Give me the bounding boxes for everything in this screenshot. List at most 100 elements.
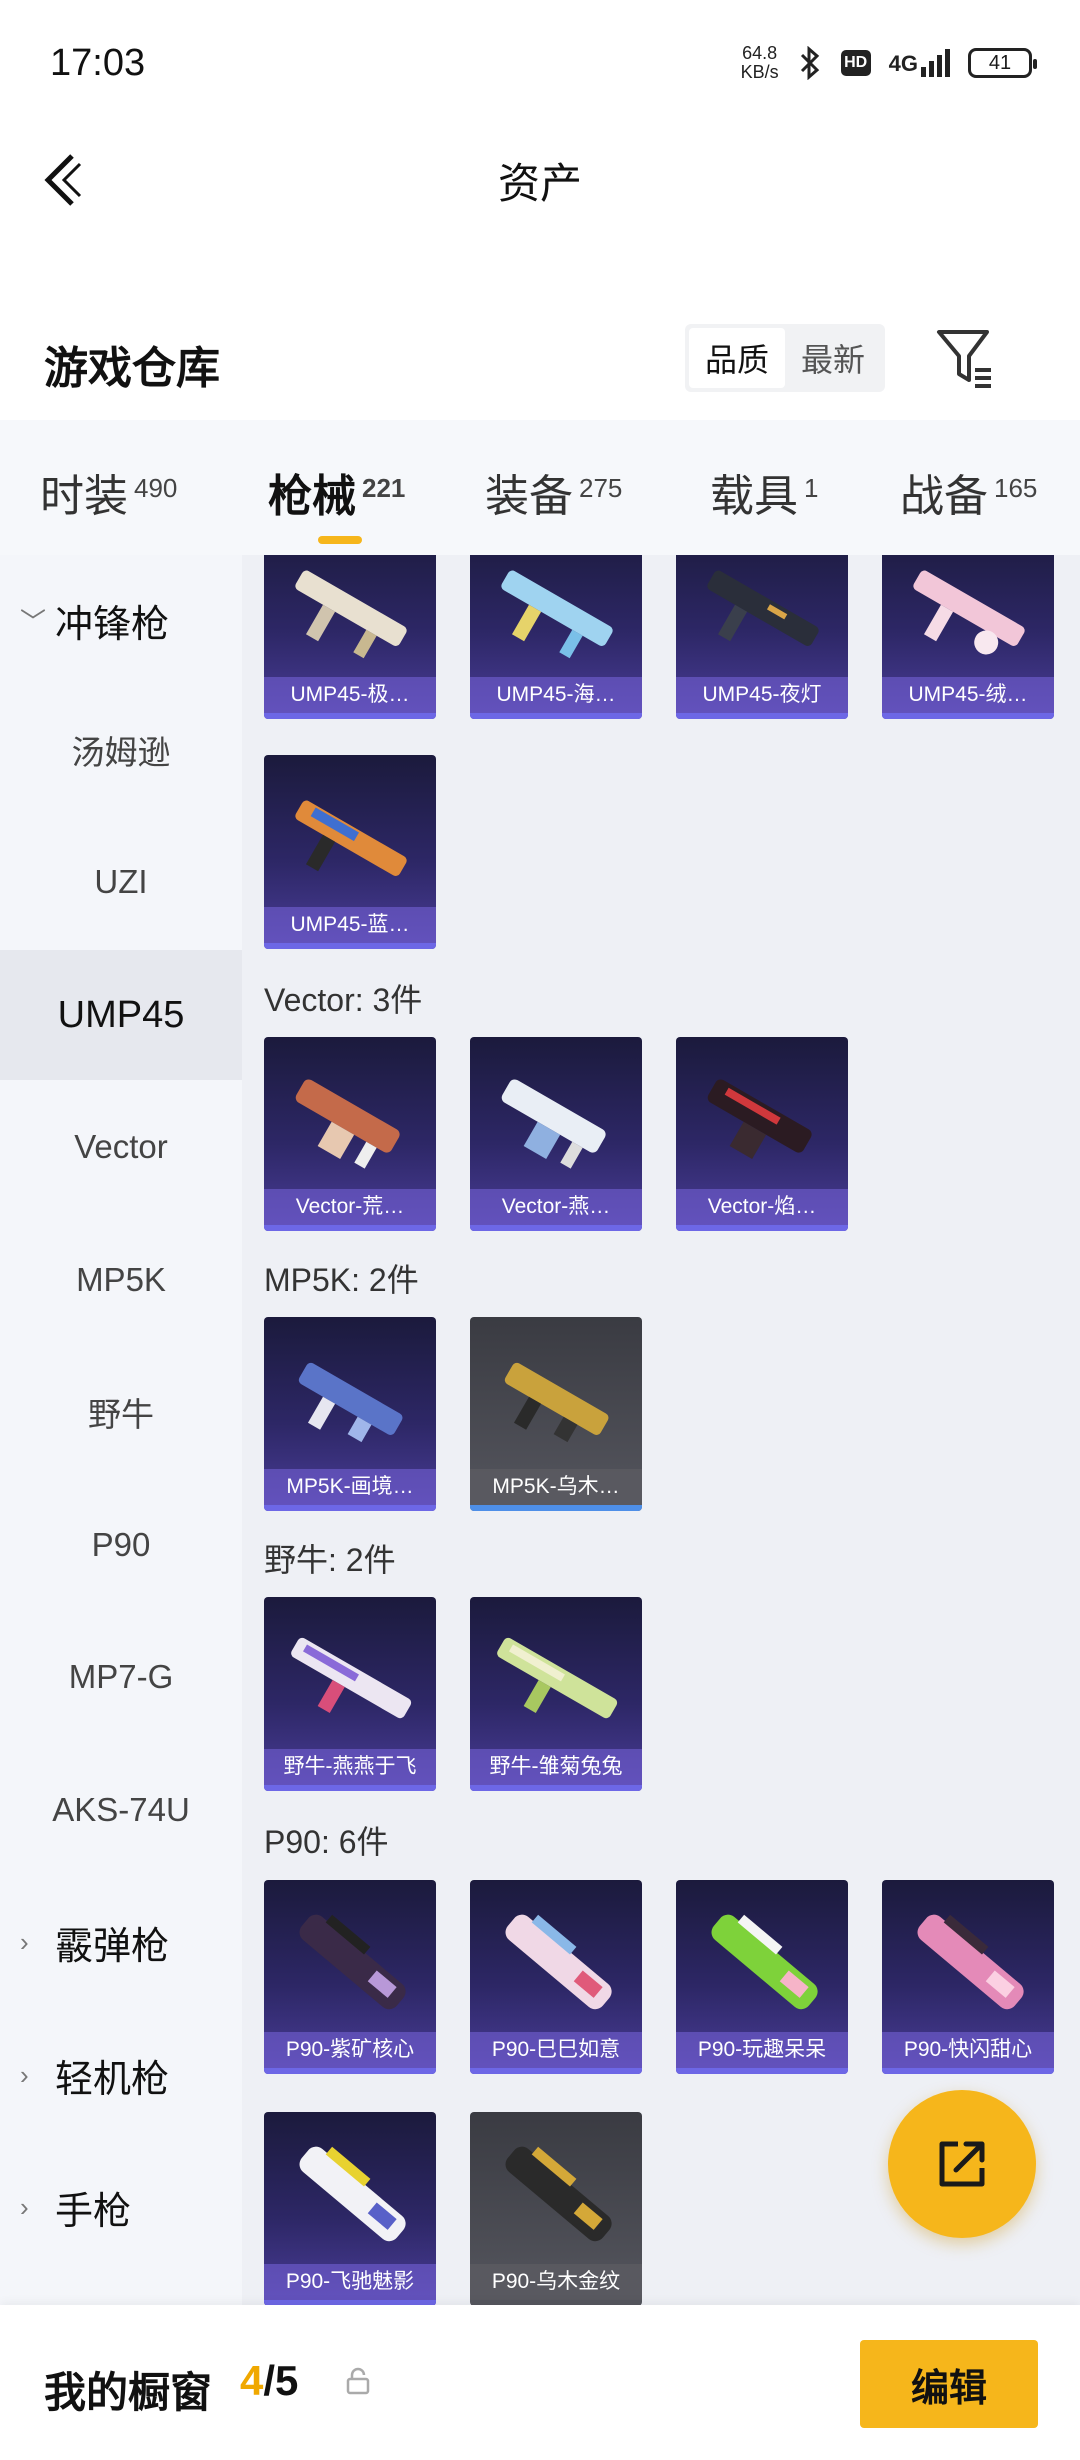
card-rarity-bar <box>264 943 436 949</box>
weapon-card[interactable]: P90-紫矿核心 <box>264 1880 436 2074</box>
card-rarity-bar <box>264 1505 436 1511</box>
showcase-label: 我的橱窗 <box>44 2369 213 2416</box>
card-rarity-bar <box>264 1785 436 1791</box>
tab-fashion[interactable]: 时装 490 <box>40 460 177 524</box>
weapon-card[interactable]: MP5K-乌木… <box>470 1317 642 1511</box>
edit-button[interactable]: 编辑 <box>860 2340 1038 2428</box>
filter-icon[interactable] <box>935 324 995 390</box>
weapon-skin-image <box>299 2146 406 2242</box>
weapon-card-label: MP5K-乌木… <box>470 1469 642 1505</box>
weapon-card-label: MP5K-画境… <box>264 1469 436 1505</box>
chevron-right-icon: › <box>20 2191 29 2222</box>
weapon-card-label: 野牛-燕燕于飞 <box>264 1749 436 1785</box>
weapon-skin-image <box>295 800 407 876</box>
chevron-right-icon: › <box>20 2059 29 2090</box>
sidebar-item-mp5k[interactable]: MP5K <box>0 1215 242 1345</box>
weapon-card[interactable]: UMP45-蓝… <box>264 755 436 949</box>
warehouse-title: 游戏仓库 <box>44 344 220 393</box>
sidebar-category-smg[interactable]: ﹀ 冲锋枪 <box>0 555 242 685</box>
weapon-card-label: 野牛-雏菊兔兔 <box>470 1749 642 1785</box>
weapon-skin-image <box>505 2146 612 2242</box>
weapon-card[interactable]: MP5K-画境… <box>264 1317 436 1511</box>
group-title-mp5k: MP5K: 2件 <box>264 1262 419 1298</box>
tab-supplies[interactable]: 战备 165 <box>900 460 1037 524</box>
card-rarity-bar <box>676 713 848 719</box>
sidebar-item-uzi[interactable]: UZI <box>0 817 242 947</box>
signal-icon: 4G <box>889 49 950 77</box>
weapon-card-label: UMP45-蓝… <box>264 907 436 943</box>
tab-vehicles[interactable]: 载具 1 <box>710 460 818 524</box>
weapon-skin-image <box>501 1079 606 1169</box>
weapon-skin-image <box>913 570 1025 655</box>
weapon-skin-image <box>707 1079 812 1160</box>
group-title-bizon: 野牛: 2件 <box>264 1542 396 1578</box>
card-rarity-bar <box>264 713 436 719</box>
weapon-card[interactable]: UMP45-绒… <box>882 555 1054 719</box>
weapon-skin-image <box>299 1914 406 2010</box>
tab-equipment[interactable]: 装备 275 <box>485 460 622 524</box>
weapon-card-label: Vector-燕… <box>470 1189 642 1225</box>
sort-toggle: 品质 最新 <box>685 324 885 392</box>
warehouse-bar: 游戏仓库 品质 最新 <box>0 310 1080 410</box>
weapon-skin-image <box>501 570 613 659</box>
group-title-vector: Vector: 3件 <box>264 982 423 1018</box>
weapon-card[interactable]: P90-飞驰魅影 <box>264 2112 436 2305</box>
showcase-bar: 我的橱窗 4/5 编辑 <box>0 2305 1080 2460</box>
sidebar-category-shotgun[interactable]: › 霰弹枪 <box>0 1877 242 2007</box>
status-time: 17:03 <box>50 42 146 84</box>
sort-quality-button[interactable]: 品质 <box>689 328 785 388</box>
lock-icon <box>346 2367 370 2395</box>
weapon-grid: UMP45-极… UMP45-海… UMP45-夜灯 UMP45-绒… UMP4… <box>242 555 1080 2305</box>
weapon-card[interactable]: P90-乌木金纹 <box>470 2112 642 2305</box>
bluetooth-icon <box>800 46 819 80</box>
weapon-card[interactable]: P90-快闪甜心 <box>882 1880 1054 2074</box>
weapon-skin-image <box>295 1079 400 1169</box>
weapon-card[interactable]: UMP45-海… <box>470 555 642 719</box>
weapon-card-label: UMP45-夜灯 <box>676 677 848 713</box>
weapon-card[interactable]: P90-玩趣呆呆 <box>676 1880 848 2074</box>
hd-icon: HD <box>840 50 871 76</box>
weapon-skin-image <box>504 1362 609 1443</box>
weapon-card-label: P90-乌木金纹 <box>470 2264 642 2300</box>
weapon-card[interactable]: Vector-燕… <box>470 1037 642 1231</box>
weapon-skin-image <box>917 1914 1024 2010</box>
sidebar-item-thompson[interactable]: 汤姆逊 <box>0 685 242 815</box>
sidebar-category-lmg[interactable]: › 轻机枪 <box>0 2010 242 2140</box>
sidebar-item-p90[interactable]: P90 <box>0 1480 242 1610</box>
sidebar-item-ump45[interactable]: UMP45 <box>0 950 242 1080</box>
weapon-card[interactable]: Vector-焰… <box>676 1037 848 1231</box>
sort-newest-button[interactable]: 最新 <box>785 328 881 388</box>
sidebar-item-aks74u[interactable]: AKS-74U <box>0 1745 242 1875</box>
weapon-card-label: Vector-焰… <box>676 1189 848 1225</box>
weapon-card[interactable]: 野牛-燕燕于飞 <box>264 1597 436 1791</box>
header: 资产 <box>0 130 1080 220</box>
weapon-card[interactable]: P90-巳巳如意 <box>470 1880 642 2074</box>
weapon-card[interactable]: UMP45-夜灯 <box>676 555 848 719</box>
weapon-card[interactable]: 野牛-雏菊兔兔 <box>470 1597 642 1791</box>
showcase-count: 4/5 <box>240 2357 299 2404</box>
chevron-right-icon: › <box>20 1926 29 1957</box>
sidebar-category-pistol[interactable]: › 手枪 <box>0 2142 242 2272</box>
sidebar-item-bizon[interactable]: 野牛 <box>0 1347 242 1477</box>
sidebar-item-mp7g[interactable]: MP7-G <box>0 1612 242 1742</box>
weapon-skin-image <box>295 570 407 659</box>
sidebar-item-vector[interactable]: Vector <box>0 1082 242 1212</box>
weapon-skin-image <box>707 570 819 646</box>
group-title-p90: P90: 6件 <box>264 1824 389 1860</box>
active-tab-indicator <box>318 536 362 544</box>
card-rarity-bar <box>470 1505 642 1511</box>
external-link-icon <box>939 2141 985 2187</box>
weapon-card-label: P90-玩趣呆呆 <box>676 2032 848 2068</box>
share-button[interactable] <box>888 2090 1036 2238</box>
weapon-card[interactable]: Vector-荒… <box>264 1037 436 1231</box>
card-rarity-bar <box>264 1225 436 1231</box>
weapon-skin-image <box>711 1914 818 2010</box>
weapon-card[interactable]: UMP45-极… <box>264 555 436 719</box>
weapon-card-label: Vector-荒… <box>264 1189 436 1225</box>
weapon-card-label: P90-紫矿核心 <box>264 2032 436 2068</box>
weapon-card-label: UMP45-海… <box>470 677 642 713</box>
page-title: 资产 <box>497 160 582 207</box>
card-rarity-bar <box>264 2068 436 2074</box>
weapon-type-sidebar: ﹀ 冲锋枪 汤姆逊 UZI UMP45 Vector MP5K 野牛 P90 M… <box>0 555 242 2305</box>
tab-firearms[interactable]: 枪械 221 <box>268 460 405 544</box>
